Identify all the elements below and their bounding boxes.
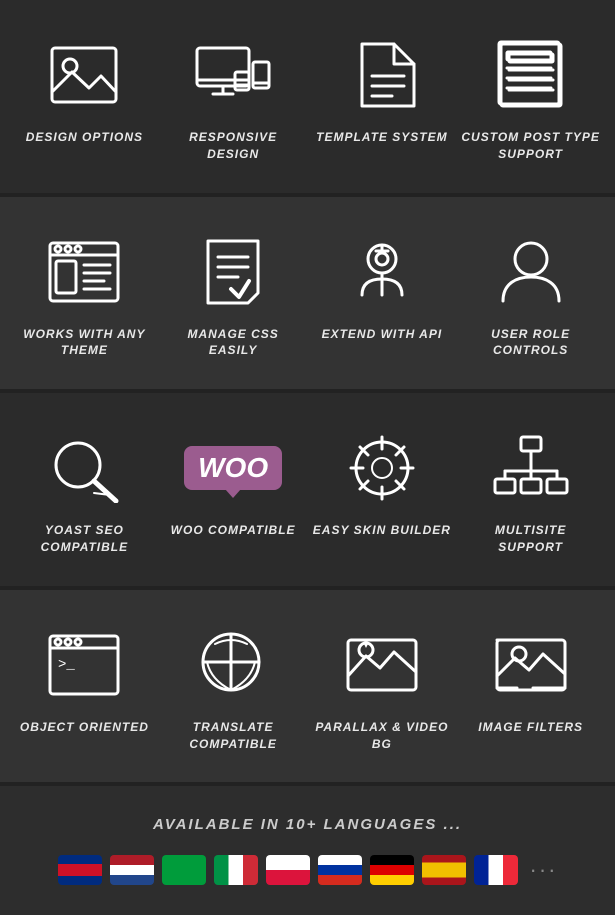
feature-parallax: PARALLAX & VIDEO BG: [308, 610, 457, 763]
theme-icon: [39, 232, 129, 312]
user-role-label: USER ROLE CONTROLS: [461, 326, 600, 360]
translate-icon: [188, 625, 278, 705]
woo-label: WOO COMPATIBLE: [171, 522, 296, 539]
languages-title: AVAILABLE IN 10+ LANGUAGES ...: [20, 816, 595, 833]
woo-logo: WOO: [184, 446, 282, 490]
parallax-label: PARALLAX & VIDEO BG: [313, 719, 452, 753]
flag-cr: [58, 855, 102, 885]
feature-translate: TRANSLATE COMPATIBLE: [159, 610, 308, 763]
flag-ru: [318, 855, 362, 885]
flag-it: [214, 855, 258, 885]
feature-responsive: RESPONSIVE DESIGN: [159, 20, 308, 173]
filters-icon: [486, 625, 576, 705]
feature-filters: IMAGE FILTERS: [456, 610, 605, 763]
feature-skin: EASY SKIN BUILDER: [308, 413, 457, 566]
flag-pl: [266, 855, 310, 885]
feature-object: >_ OBJECT ORIENTED: [10, 610, 159, 763]
features-section-1: DESIGN OPTIONS RESPONSIVE DESIGN: [0, 0, 615, 193]
template-icon: [337, 35, 427, 115]
features-section-4: >_ OBJECT ORIENTED TRANSLATE COMPATIBLE: [0, 590, 615, 783]
flag-es: [422, 855, 466, 885]
feature-design-options: DESIGN OPTIONS: [10, 20, 159, 173]
svg-text:>_: >_: [58, 657, 75, 673]
api-icon: [337, 232, 427, 312]
skin-label: EASY SKIN BUILDER: [313, 522, 451, 539]
design-options-label: DESIGN OPTIONS: [26, 129, 143, 146]
parallax-icon: [337, 625, 427, 705]
css-icon: [188, 232, 278, 312]
more-languages-dots: ···: [530, 857, 558, 883]
flag-nl: [110, 855, 154, 885]
feature-api: EXTEND WITH API: [308, 217, 457, 370]
feature-theme: WORKS WITH ANY THEME: [10, 217, 159, 370]
flag-br: [162, 855, 206, 885]
seo-icon: [39, 428, 129, 508]
image-icon: [39, 35, 129, 115]
features-section-3: YOAST SEO COMPATIBLE WOO WOO COMPATIBLE …: [0, 393, 615, 586]
api-label: EXTEND WITH API: [322, 326, 443, 343]
post-icon: [486, 35, 576, 115]
seo-label: YOAST SEO COMPATIBLE: [15, 522, 154, 556]
feature-seo: YOAST SEO COMPATIBLE: [10, 413, 159, 566]
flags-row: ···: [20, 855, 595, 885]
template-label: TEMPLATE SYSTEM: [316, 129, 447, 146]
skin-icon: [337, 428, 427, 508]
responsive-label: RESPONSIVE DESIGN: [164, 129, 303, 163]
user-icon: [486, 232, 576, 312]
css-label: MANAGE CSS EASILY: [164, 326, 303, 360]
multisite-icon: [486, 428, 576, 508]
filters-label: IMAGE FILTERS: [478, 719, 583, 736]
flag-de: [370, 855, 414, 885]
feature-multisite: MULTISITE SUPPORT: [456, 413, 605, 566]
feature-user-role: USER ROLE CONTROLS: [456, 217, 605, 370]
object-icon: >_: [39, 625, 129, 705]
feature-css: MANAGE CSS EASILY: [159, 217, 308, 370]
custom-post-label: CUSTOM POST TYPE SUPPORT: [461, 129, 600, 163]
theme-label: WORKS WITH ANY THEME: [15, 326, 154, 360]
woo-icon: WOO: [188, 428, 278, 508]
multisite-label: MULTISITE SUPPORT: [461, 522, 600, 556]
feature-woo: WOO WOO COMPATIBLE: [159, 413, 308, 566]
feature-template: TEMPLATE SYSTEM: [308, 20, 457, 173]
features-section-2: WORKS WITH ANY THEME MANAGE CSS EASILY: [0, 197, 615, 390]
languages-section: AVAILABLE IN 10+ LANGUAGES ... ···: [0, 786, 615, 915]
flag-fr: [474, 855, 518, 885]
responsive-icon: [188, 35, 278, 115]
translate-label: TRANSLATE COMPATIBLE: [164, 719, 303, 753]
object-label: OBJECT ORIENTED: [20, 719, 149, 736]
feature-custom-post: CUSTOM POST TYPE SUPPORT: [456, 20, 605, 173]
